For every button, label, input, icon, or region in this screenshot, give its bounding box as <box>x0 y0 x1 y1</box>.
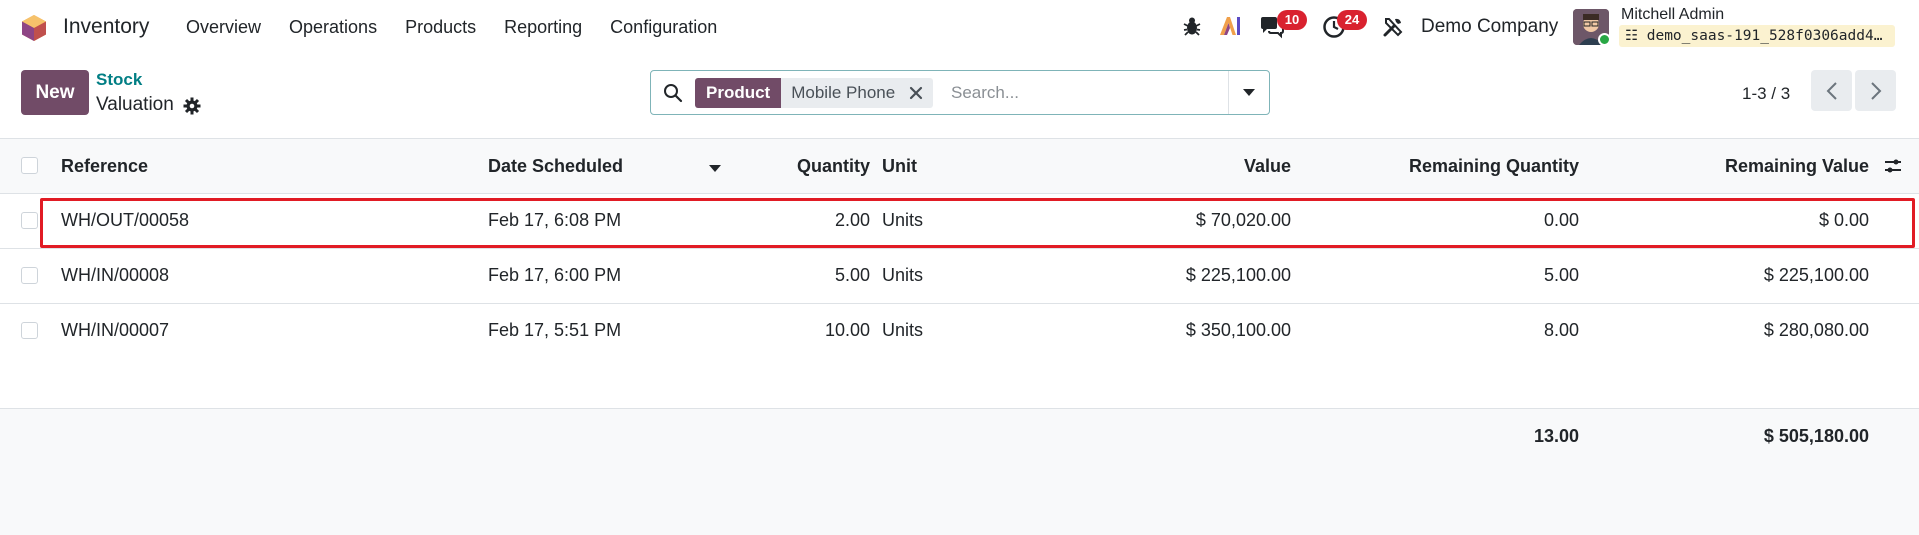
new-button[interactable]: New <box>21 70 89 115</box>
chevron-left-icon <box>1826 81 1837 100</box>
cell-remaining-quantity: 5.00 <box>1543 265 1579 285</box>
close-icon[interactable] <box>909 86 923 100</box>
pager-next-button[interactable] <box>1855 70 1896 111</box>
cell-date: Feb 17, 6:08 PM <box>488 210 622 230</box>
cell-value: $ 350,100.00 <box>1185 320 1291 340</box>
menu-configuration[interactable]: Configuration <box>610 17 717 38</box>
optional-columns-icon[interactable] <box>1883 156 1903 176</box>
empty-row-area <box>0 358 1919 409</box>
cell-remaining-quantity: 0.00 <box>1543 210 1579 230</box>
cell-value: $ 225,100.00 <box>1185 265 1291 285</box>
column-value[interactable]: Value <box>1091 156 1291 177</box>
inventory-app-icon[interactable] <box>21 14 47 42</box>
select-all-checkbox[interactable] <box>21 157 38 174</box>
facet-label: Product <box>695 78 782 108</box>
search-input[interactable] <box>951 79 1221 107</box>
search-options-toggle[interactable] <box>1228 71 1269 114</box>
cell-date: Feb 17, 5:51 PM <box>488 320 622 340</box>
caret-down-icon <box>1243 88 1255 96</box>
cell-date: Feb 17, 6:00 PM <box>488 265 622 285</box>
gear-icon[interactable] <box>183 97 201 115</box>
table-header: Reference Date Scheduled Quantity Unit V… <box>0 139 1919 194</box>
cell-quantity: 5.00 <box>834 265 870 285</box>
cell-reference: WH/IN/00007 <box>61 320 170 340</box>
database-name: demo_saas-191_528f0306add4… <box>1646 28 1883 44</box>
bug-icon[interactable] <box>1181 15 1203 37</box>
cell-reference: WH/IN/00008 <box>61 265 170 285</box>
database-icon: ☷ <box>1625 28 1638 44</box>
column-date-scheduled[interactable]: Date Scheduled <box>488 156 623 177</box>
top-navbar: Inventory Overview Operations Products R… <box>0 0 1919 55</box>
menu-operations[interactable]: Operations <box>289 17 377 38</box>
search-icon[interactable] <box>663 83 683 103</box>
column-remaining-quantity[interactable]: Remaining Quantity <box>1329 156 1579 177</box>
pager-value[interactable]: 1-3 / 3 <box>1742 84 1790 104</box>
table-row[interactable]: WH/IN/00008 Feb 17, 6:00 PM 5.00 Units $… <box>0 249 1919 304</box>
cell-quantity: 2.00 <box>834 210 870 230</box>
tools-icon[interactable] <box>1382 16 1404 38</box>
cell-unit: Units <box>882 320 924 340</box>
activities-count-badge: 24 <box>1337 10 1367 30</box>
sort-desc-icon[interactable] <box>709 165 721 172</box>
cell-remaining-value: $ 280,080.00 <box>1763 320 1869 340</box>
table-row[interactable]: WH/IN/00007 Feb 17, 5:51 PM 10.00 Units … <box>0 304 1919 359</box>
cell-unit: Units <box>882 210 924 230</box>
column-reference[interactable]: Reference <box>61 156 148 177</box>
cell-reference: WH/OUT/00058 <box>61 210 190 230</box>
control-panel: New Stock Valuation Product Mobile Phone <box>0 55 1919 139</box>
row-checkbox[interactable] <box>21 322 38 339</box>
cell-quantity: 10.00 <box>824 320 870 340</box>
database-chip: ☷ demo_saas-191_528f0306add4… <box>1619 25 1895 47</box>
column-unit[interactable]: Unit <box>882 156 917 177</box>
cell-unit: Units <box>882 265 924 285</box>
search-bar: Product Mobile Phone <box>650 70 1270 115</box>
ai-icon[interactable] <box>1218 14 1242 38</box>
table-row[interactable]: WH/OUT/00058 Feb 17, 6:08 PM 2.00 Units … <box>0 194 1919 249</box>
main-menu: Overview Operations Products Reporting C… <box>186 17 745 38</box>
menu-overview[interactable]: Overview <box>186 17 261 38</box>
search-facet: Product Mobile Phone <box>695 78 934 108</box>
app-name[interactable]: Inventory <box>63 15 149 39</box>
page-title: Valuation <box>96 94 174 115</box>
total-remaining-quantity: 13.00 <box>1533 426 1579 446</box>
row-checkbox[interactable] <box>21 212 38 229</box>
facet-value: Mobile Phone <box>781 78 934 108</box>
pager-previous-button[interactable] <box>1811 70 1852 111</box>
column-quantity[interactable]: Quantity <box>730 156 870 177</box>
menu-products[interactable]: Products <box>405 17 476 38</box>
total-remaining-value: $ 505,180.00 <box>1763 426 1869 446</box>
totals-row: 13.00 $ 505,180.00 <box>0 409 1919 464</box>
online-status-icon <box>1598 33 1611 46</box>
messages-count-badge: 10 <box>1277 10 1307 30</box>
user-name[interactable]: Mitchell Admin <box>1621 6 1724 24</box>
facet-value-text: Mobile Phone <box>791 83 896 102</box>
cell-remaining-value: $ 225,100.00 <box>1763 265 1869 285</box>
row-checkbox[interactable] <box>21 267 38 284</box>
cell-remaining-value: $ 0.00 <box>1818 210 1869 230</box>
chevron-right-icon <box>1870 81 1881 100</box>
company-switcher[interactable]: Demo Company <box>1421 16 1558 38</box>
cell-value: $ 70,020.00 <box>1195 210 1291 230</box>
column-remaining-value[interactable]: Remaining Value <box>1619 156 1869 177</box>
breadcrumb-stock-link[interactable]: Stock <box>96 70 142 90</box>
cell-remaining-quantity: 8.00 <box>1543 320 1579 340</box>
menu-reporting[interactable]: Reporting <box>504 17 582 38</box>
